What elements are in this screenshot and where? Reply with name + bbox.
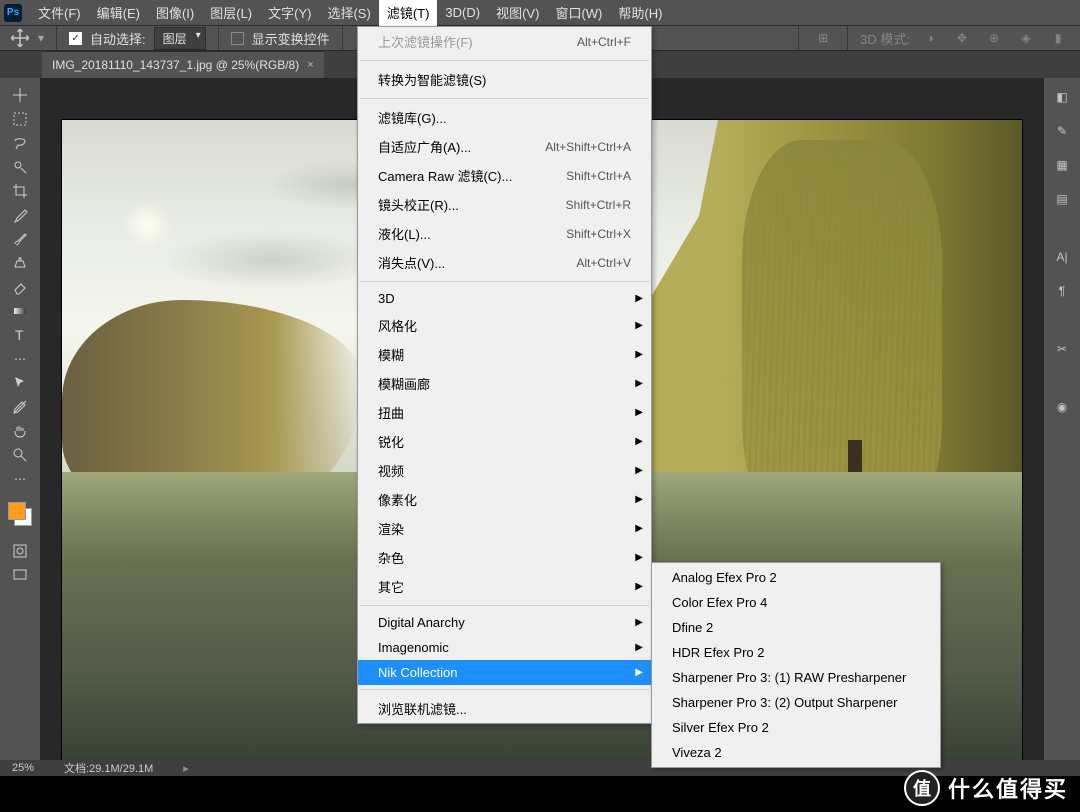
menu-window[interactable]: 窗口(W) (547, 0, 610, 26)
menu-digital-anarchy[interactable]: Digital Anarchy▶ (358, 610, 651, 635)
nik-collection-submenu: Analog Efex Pro 2 Color Efex Pro 4 Dfine… (651, 562, 941, 768)
clone-stamp-tool[interactable] (6, 252, 34, 274)
color-swatch[interactable] (8, 502, 32, 526)
type-tool[interactable]: T (6, 324, 34, 346)
menu-layer[interactable]: 图层(L) (202, 0, 260, 26)
menu-filter[interactable]: 滤镜(T) (379, 0, 438, 26)
menu-noise-sub[interactable]: 杂色▶ (358, 543, 651, 572)
libraries-panel-icon[interactable]: ▤ (1051, 188, 1073, 210)
move-tool[interactable] (6, 84, 34, 106)
document-tab-title: IMG_20181110_143737_1.jpg @ 25%(RGB/8) (52, 58, 299, 72)
menu-adaptive-wide[interactable]: 自适应广角(A)...Alt+Shift+Ctrl+A (358, 132, 651, 161)
3d-scale-icon[interactable]: ◈ (1014, 26, 1038, 50)
menu-last-filter[interactable]: 上次滤镜操作(F)Alt+Ctrl+F (358, 27, 651, 56)
close-tab-icon[interactable]: × (307, 59, 313, 71)
menu-pixelate-sub[interactable]: 像素化▶ (358, 485, 651, 514)
paragraph-panel-icon[interactable]: ¶ (1051, 280, 1073, 302)
3d-camera-icon[interactable]: ▮ (1046, 26, 1070, 50)
nik-sharpener-raw[interactable]: Sharpener Pro 3: (1) RAW Presharpener (652, 665, 940, 690)
screen-mode-tool[interactable] (6, 564, 34, 586)
menu-imagenomic[interactable]: Imagenomic▶ (358, 635, 651, 660)
menu-view[interactable]: 视图(V) (488, 0, 547, 26)
lasso-tool[interactable] (6, 132, 34, 154)
menu-edit[interactable]: 编辑(E) (89, 0, 148, 26)
eraser-tool[interactable] (6, 276, 34, 298)
brush-tool[interactable] (6, 228, 34, 250)
watermark-badge: 值 (904, 770, 940, 806)
menu-camera-raw[interactable]: Camera Raw 滤镜(C)...Shift+Ctrl+A (358, 161, 651, 190)
watermark: 值 什么值得买 (904, 770, 1068, 806)
3d-orbit-icon[interactable]: ◑ (918, 26, 942, 50)
nik-color-efex[interactable]: Color Efex Pro 4 (652, 590, 940, 615)
zoom-tool[interactable] (6, 444, 34, 466)
panel-icon-1[interactable]: ◧ (1051, 86, 1073, 108)
menu-video-sub[interactable]: 视频▶ (358, 456, 651, 485)
gradient-tool[interactable] (6, 300, 34, 322)
filter-menu: 上次滤镜操作(F)Alt+Ctrl+F 转换为智能滤镜(S) 滤镜库(G)...… (357, 26, 652, 724)
show-transform-checkbox[interactable] (231, 32, 244, 45)
menu-filter-gallery[interactable]: 滤镜库(G)... (358, 103, 651, 132)
menu-select[interactable]: 选择(S) (319, 0, 378, 26)
path-select-tool[interactable] (6, 372, 34, 394)
nik-hdr-efex[interactable]: HDR Efex Pro 2 (652, 640, 940, 665)
auto-select-checkbox[interactable]: ✓ (69, 32, 82, 45)
3d-slide-icon[interactable]: ⊕ (982, 26, 1006, 50)
swatches-panel-icon[interactable]: ▦ (1051, 154, 1073, 176)
nik-dfine[interactable]: Dfine 2 (652, 615, 940, 640)
dots-tool[interactable]: ⋯ (6, 348, 34, 370)
3d-icon[interactable]: ⊞ (811, 26, 835, 50)
layer-dropdown[interactable]: 图层 (154, 27, 206, 50)
menu-3d-sub[interactable]: 3D▶ (358, 286, 651, 311)
menu-blur-sub[interactable]: 模糊▶ (358, 340, 651, 369)
menu-stylize-sub[interactable]: 风格化▶ (358, 311, 651, 340)
menu-smart-filter[interactable]: 转换为智能滤镜(S) (358, 65, 651, 94)
cc-panel-icon[interactable]: ◉ (1051, 396, 1073, 418)
menu-type[interactable]: 文字(Y) (260, 0, 319, 26)
adjustments-panel-icon[interactable]: ✂ (1051, 338, 1073, 360)
svg-text:T: T (15, 327, 24, 343)
eyedropper-tool[interactable] (6, 204, 34, 226)
menu-image[interactable]: 图像(I) (148, 0, 202, 26)
menu-liquify[interactable]: 液化(L)...Shift+Ctrl+X (358, 219, 651, 248)
menu-other-sub[interactable]: 其它▶ (358, 572, 651, 601)
photoshop-window: Ps 文件(F) 编辑(E) 图像(I) 图层(L) 文字(Y) 选择(S) 滤… (0, 0, 1080, 760)
pen-tool[interactable] (6, 396, 34, 418)
marquee-tool[interactable] (6, 108, 34, 130)
hand-tool[interactable] (6, 420, 34, 442)
move-tool-icon (10, 28, 30, 48)
nik-analog-efex[interactable]: Analog Efex Pro 2 (652, 565, 940, 590)
menu-browse-online[interactable]: 浏览联机滤镜... (358, 694, 651, 723)
nik-silver-efex[interactable]: Silver Efex Pro 2 (652, 715, 940, 740)
zoom-level[interactable]: 25% (12, 762, 34, 774)
nik-viveza[interactable]: Viveza 2 (652, 740, 940, 765)
menu-render-sub[interactable]: 渲染▶ (358, 514, 651, 543)
crop-tool[interactable] (6, 180, 34, 202)
toolbox: T ⋯ ⋯ (0, 78, 40, 760)
menu-help[interactable]: 帮助(H) (610, 0, 670, 26)
quick-mask-tool[interactable] (6, 540, 34, 562)
more-tools[interactable]: ⋯ (6, 468, 34, 490)
document-tab[interactable]: IMG_20181110_143737_1.jpg @ 25%(RGB/8) × (42, 51, 324, 78)
menu-sharpen-sub[interactable]: 锐化▶ (358, 427, 651, 456)
menubar: Ps 文件(F) 编辑(E) 图像(I) 图层(L) 文字(Y) 选择(S) 滤… (0, 0, 1080, 26)
menu-nik-collection[interactable]: Nik Collection▶ (358, 660, 651, 685)
doc-size: 文档:29.1M/29.1M (64, 760, 153, 776)
3d-mode-label: 3D 模式: (860, 29, 910, 48)
3d-pan-icon[interactable]: ✥ (950, 26, 974, 50)
menu-vanishing-point[interactable]: 消失点(V)...Alt+Ctrl+V (358, 248, 651, 277)
show-transform-label: 显示变换控件 (252, 29, 330, 48)
nik-sharpener-output[interactable]: Sharpener Pro 3: (2) Output Sharpener (652, 690, 940, 715)
watermark-text: 什么值得买 (948, 772, 1068, 804)
menu-lens-correction[interactable]: 镜头校正(R)...Shift+Ctrl+R (358, 190, 651, 219)
character-panel-icon[interactable]: A| (1051, 246, 1073, 268)
menu-3d[interactable]: 3D(D) (437, 1, 488, 24)
right-panel: ◧ ✎ ▦ ▤ A| ¶ ✂ ◉ (1044, 78, 1080, 760)
menu-blur-gallery-sub[interactable]: 模糊画廊▶ (358, 369, 651, 398)
auto-select-label: 自动选择: (90, 29, 146, 48)
app-logo: Ps (4, 4, 22, 22)
quick-select-tool[interactable] (6, 156, 34, 178)
menu-file[interactable]: 文件(F) (30, 0, 89, 26)
menu-distort-sub[interactable]: 扭曲▶ (358, 398, 651, 427)
brushes-panel-icon[interactable]: ✎ (1051, 120, 1073, 142)
